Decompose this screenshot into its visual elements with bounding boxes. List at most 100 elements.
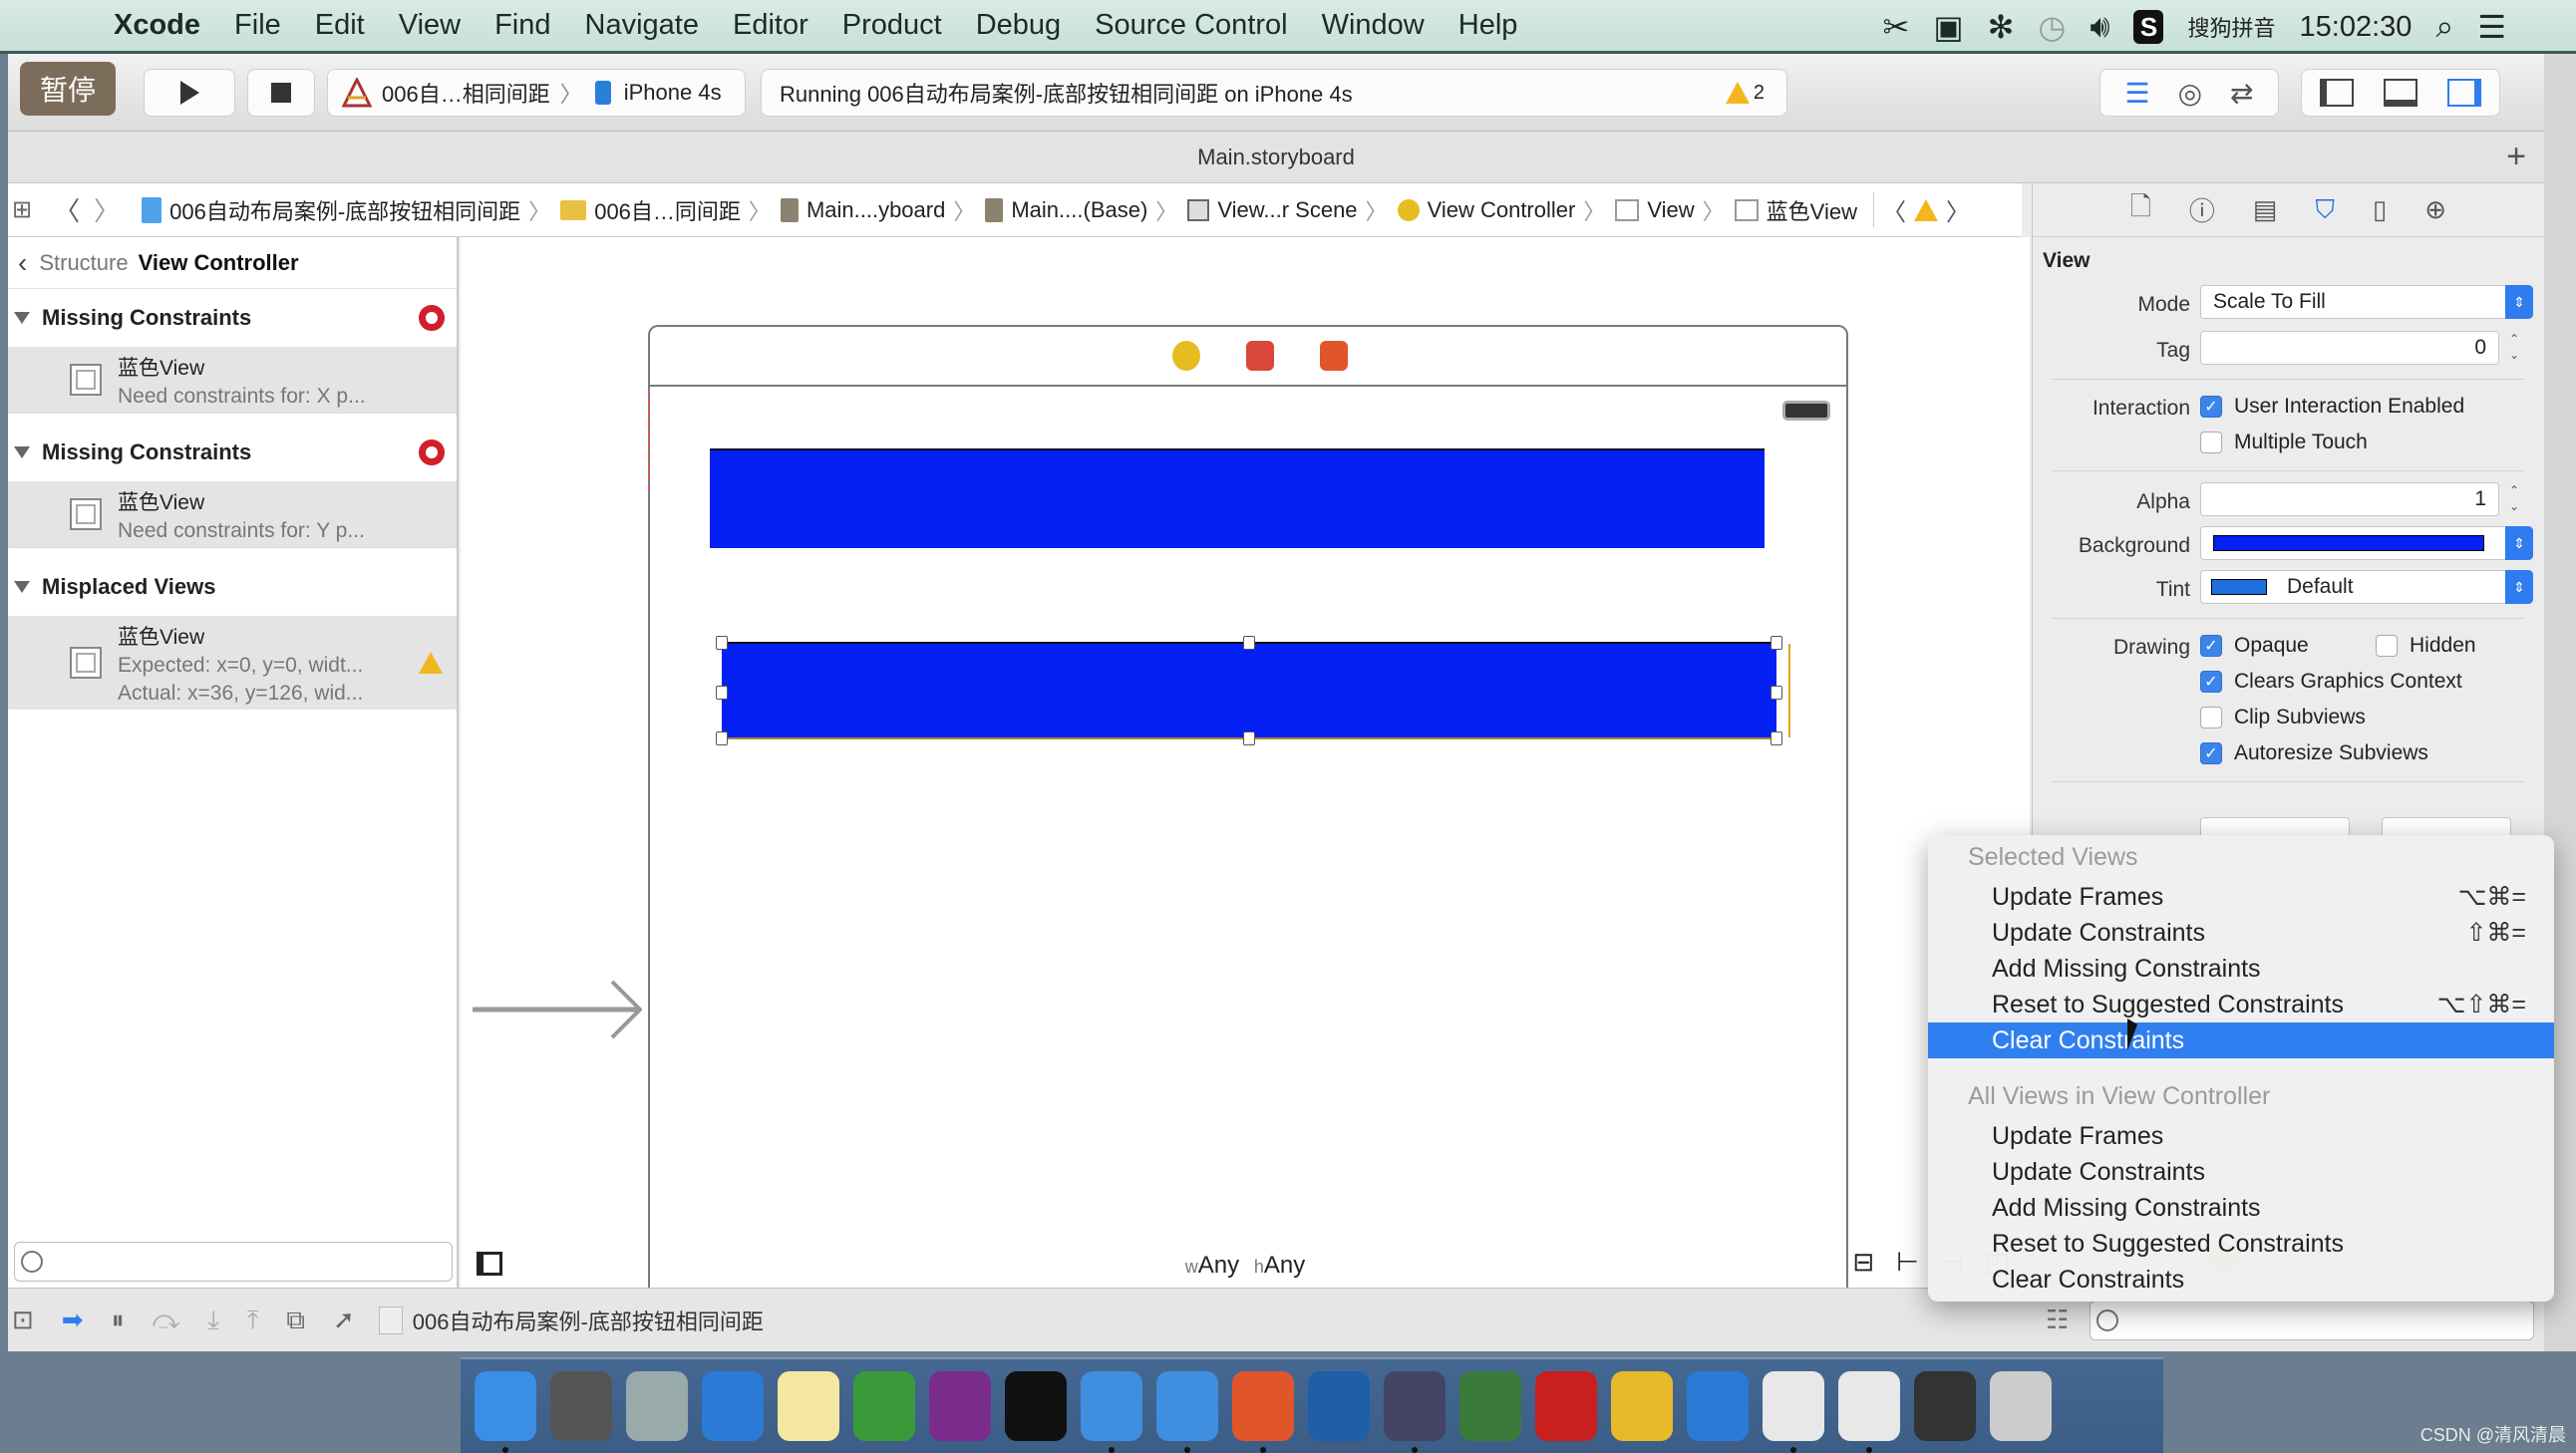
dock-icon-notes[interactable]	[778, 1371, 839, 1441]
initial-view-controller-arrow[interactable]	[473, 980, 642, 1039]
resize-handle[interactable]	[1243, 731, 1255, 745]
user-interaction-checkbox[interactable]: ✓ User Interaction Enabled	[2200, 395, 2464, 419]
clears-graphics-checkbox[interactable]: ✓ Clears Graphics Context	[2200, 670, 2462, 694]
tint-color-popup[interactable]: Default ⇕	[2200, 570, 2533, 604]
breadcrumb-blue-view[interactable]: 蓝色View	[1734, 194, 1857, 226]
next-issue-button[interactable]: 〉	[1946, 192, 1970, 227]
tag-stepper[interactable]: ⌃ ⌄	[2505, 331, 2523, 365]
menu-item-reset-suggested-constraints[interactable]: Reset to Suggested Constraints ⌥⇧⌘=	[1928, 987, 2554, 1022]
library-list-toggle-icon[interactable]: ☷	[2046, 1305, 2069, 1335]
standard-editor-icon[interactable]: ☰	[2124, 77, 2149, 110]
alpha-stepper[interactable]: ⌃ ⌄	[2505, 482, 2523, 516]
menu-item-all-add-missing-constraints[interactable]: Add Missing Constraints	[1928, 1190, 2554, 1226]
dock-icon-safari[interactable]	[702, 1371, 764, 1441]
bluetooth-icon[interactable]: ✻	[1988, 8, 2015, 46]
issue-item[interactable]: 蓝色View Need constraints for: Y p...	[8, 481, 457, 547]
hide-debug-area-icon[interactable]: ⊡	[12, 1305, 34, 1335]
dock-icon-app[interactable]	[1611, 1371, 1673, 1441]
issue-warning-icon[interactable]	[1913, 198, 1938, 221]
disclosure-triangle-icon[interactable]	[14, 581, 30, 593]
blue-view-top[interactable]	[710, 448, 1765, 548]
resize-handle[interactable]	[1771, 686, 1782, 700]
dock-icon-onenote[interactable]	[929, 1371, 991, 1441]
issue-item[interactable]: 蓝色View Need constraints for: X p...	[8, 347, 457, 413]
disclosure-triangle-icon[interactable]	[14, 312, 30, 324]
assistant-editor-icon[interactable]: ◎	[2178, 77, 2202, 110]
menu-item-all-reset-suggested-constraints[interactable]: Reset to Suggested Constraints	[1928, 1226, 2554, 1262]
back-button[interactable]: 〈	[54, 191, 80, 228]
menu-item-all-update-frames[interactable]: Update Frames	[1928, 1118, 2554, 1154]
hidden-checkbox[interactable]: Hidden	[2376, 634, 2476, 658]
multiple-touch-checkbox[interactable]: Multiple Touch	[2200, 431, 2368, 454]
menu-item-clear-constraints[interactable]: Clear Constraints	[1928, 1022, 2554, 1058]
autoresize-subviews-checkbox[interactable]: ✓ Autoresize Subviews	[2200, 741, 2428, 765]
attributes-inspector-icon[interactable]: ⛉	[2315, 194, 2335, 226]
chevron-left-icon[interactable]: ‹	[18, 247, 27, 279]
forward-button[interactable]: 〉	[94, 191, 120, 228]
disclosure-triangle-icon[interactable]	[14, 446, 30, 458]
identity-inspector-icon[interactable]: ▤	[2253, 194, 2278, 225]
breadcrumb-project[interactable]: 006自动布局案例-底部按钮相同间距	[142, 194, 520, 226]
menu-item-update-frames[interactable]: Update Frames ⌥⌘=	[1928, 879, 2554, 915]
screen-record-icon[interactable]: ▣	[1933, 8, 1963, 46]
library-filter-input[interactable]	[2090, 1301, 2534, 1340]
simulate-location-icon[interactable]: ➚	[333, 1305, 355, 1335]
scheme-selector[interactable]: 006自…相同间距 〉 iPhone 4s	[327, 69, 746, 117]
dock-icon-screenshot[interactable]	[1308, 1371, 1370, 1441]
spotlight-search-icon[interactable]: ⌕	[2435, 8, 2453, 46]
resize-handle[interactable]	[716, 636, 728, 650]
issue-group-header[interactable]: Missing Constraints	[8, 424, 457, 481]
dock-icon-instruments[interactable]	[1763, 1371, 1824, 1453]
dock-icon-finder[interactable]	[475, 1371, 536, 1453]
quick-help-icon[interactable]: ⓘ	[2189, 191, 2215, 228]
size-inspector-icon[interactable]: ▯	[2373, 194, 2387, 225]
menu-product[interactable]: Product	[842, 9, 942, 42]
mode-popup[interactable]: Scale To Fill ⇕	[2200, 285, 2533, 319]
dock-icon-word[interactable]	[1687, 1371, 1749, 1441]
dock-icon-powerpoint[interactable]	[1232, 1371, 1294, 1453]
clip-subviews-checkbox[interactable]: Clip Subviews	[2200, 706, 2366, 729]
error-icon[interactable]	[419, 439, 445, 465]
breadcrumb-scene[interactable]: View...r Scene	[1187, 197, 1358, 223]
add-tab-button[interactable]: +	[2506, 138, 2526, 176]
navigator-toggle-icon[interactable]	[2320, 79, 2354, 107]
input-method-label[interactable]: 搜狗拼音	[2187, 11, 2275, 43]
background-color-popup[interactable]: ⇕	[2200, 526, 2533, 560]
menu-help[interactable]: Help	[1458, 9, 1518, 42]
menu-item-all-clear-constraints[interactable]: Clear Constraints	[1928, 1262, 2554, 1298]
menu-source-control[interactable]: Source Control	[1095, 9, 1287, 42]
structure-label[interactable]: Structure	[39, 250, 128, 276]
tag-field[interactable]: 0	[2200, 331, 2499, 365]
time-machine-icon[interactable]: ◷	[2038, 8, 2066, 46]
pause-overlay-badge[interactable]: 暂停	[20, 62, 116, 116]
notification-center-icon[interactable]: ☰	[2477, 8, 2506, 46]
breadcrumb-folder[interactable]: 006自…同间距	[560, 194, 741, 226]
storyboard-canvas[interactable]: wAny hAny ⊟ ⊢ ⊣ ◰	[461, 237, 2030, 1321]
menu-debug[interactable]: Debug	[976, 9, 1061, 42]
menu-edit[interactable]: Edit	[315, 9, 365, 42]
utilities-toggle-icon[interactable]	[2447, 79, 2481, 107]
resize-handle[interactable]	[1771, 731, 1782, 745]
dock-icon-terminal[interactable]	[1005, 1371, 1067, 1441]
stack-icon[interactable]: ⊟	[1852, 1247, 1874, 1278]
file-inspector-icon[interactable]: 🗋︎	[2130, 188, 2151, 232]
menu-window[interactable]: Window	[1322, 9, 1425, 42]
menu-navigate[interactable]: Navigate	[585, 9, 699, 42]
view-debugger-icon[interactable]: ⧉	[286, 1305, 305, 1336]
step-into-icon[interactable]: ⤓	[207, 1305, 219, 1336]
menu-find[interactable]: Find	[494, 9, 550, 42]
dock-icon-system-preferences[interactable]	[550, 1371, 612, 1441]
dock-icon-excel[interactable]	[853, 1371, 915, 1441]
menu-view[interactable]: View	[399, 9, 461, 42]
exit-icon[interactable]	[1320, 341, 1348, 371]
view-controller-scene[interactable]	[648, 325, 1848, 1321]
menu-item-all-update-constraints[interactable]: Update Constraints	[1928, 1154, 2554, 1190]
menu-app[interactable]: Xcode	[114, 9, 200, 42]
clock[interactable]: 15:02:30	[2300, 11, 2413, 44]
dock-icon-video[interactable]	[1384, 1371, 1446, 1453]
size-class-control[interactable]: wAny hAny	[461, 1252, 2030, 1280]
resize-handle[interactable]	[716, 731, 728, 745]
menu-file[interactable]: File	[234, 9, 281, 42]
debug-area-toggle-icon[interactable]	[2384, 79, 2417, 107]
breadcrumb-view-controller[interactable]: View Controller	[1397, 197, 1575, 223]
